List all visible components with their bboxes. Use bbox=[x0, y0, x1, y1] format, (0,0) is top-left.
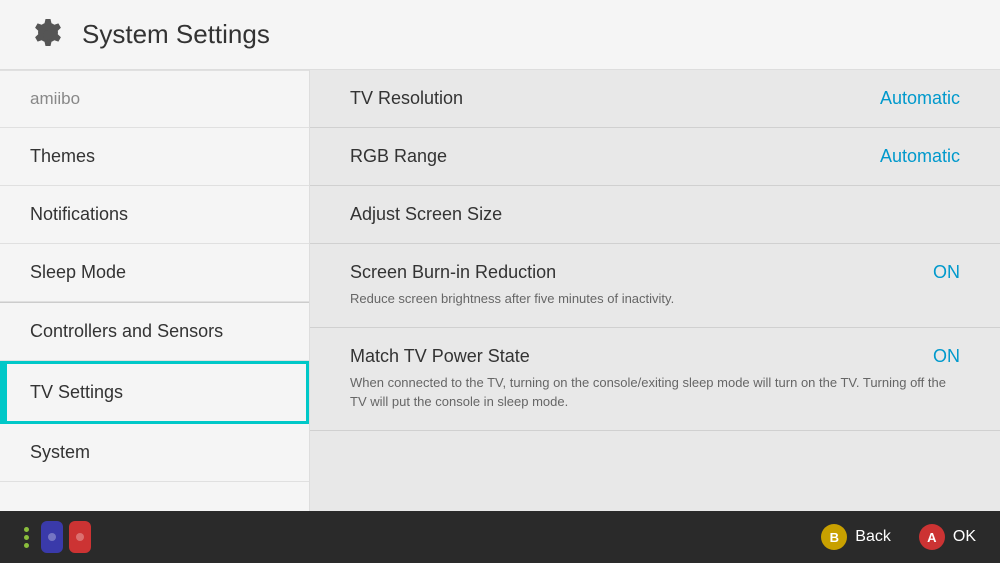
setting-screen-burn-in[interactable]: Screen Burn-in Reduction ON Reduce scree… bbox=[310, 244, 1000, 328]
adjust-screen-size-label: Adjust Screen Size bbox=[350, 204, 502, 225]
screen-burn-in-value: ON bbox=[933, 262, 960, 283]
setting-match-tv-power[interactable]: Match TV Power State ON When connected t… bbox=[310, 328, 1000, 431]
header: System Settings bbox=[0, 0, 1000, 70]
match-tv-power-description: When connected to the TV, turning on the… bbox=[350, 373, 960, 412]
sidebar-item-notifications[interactable]: Notifications bbox=[0, 186, 309, 244]
joy-con-pair bbox=[41, 521, 91, 553]
match-tv-power-top: Match TV Power State ON bbox=[350, 346, 960, 367]
screen-burn-in-description: Reduce screen brightness after five minu… bbox=[350, 289, 674, 309]
screen-burn-in-top: Screen Burn-in Reduction ON bbox=[350, 262, 960, 283]
back-button[interactable]: B Back bbox=[821, 524, 891, 550]
sidebar-item-controllers-sensors[interactable]: Controllers and Sensors bbox=[0, 303, 309, 361]
match-tv-power-value: ON bbox=[933, 346, 960, 367]
rgb-range-value: Automatic bbox=[880, 146, 960, 167]
joy-con-left bbox=[41, 521, 63, 553]
setting-adjust-screen-size[interactable]: Adjust Screen Size bbox=[310, 186, 1000, 244]
controller-dots bbox=[24, 527, 29, 548]
sidebar-item-sleep-mode[interactable]: Sleep Mode bbox=[0, 244, 309, 302]
sidebar-item-themes[interactable]: Themes bbox=[0, 128, 309, 186]
footer-right: B Back A OK bbox=[821, 524, 976, 550]
ok-button[interactable]: A OK bbox=[919, 524, 976, 550]
sidebar-item-system[interactable]: System bbox=[0, 424, 309, 482]
b-button-icon: B bbox=[821, 524, 847, 550]
tv-resolution-value: Automatic bbox=[880, 88, 960, 109]
setting-tv-resolution[interactable]: TV Resolution Automatic bbox=[310, 70, 1000, 128]
sidebar: amiibo Themes Notifications Sleep Mode C… bbox=[0, 70, 310, 511]
ok-label: OK bbox=[953, 528, 976, 546]
sidebar-item-tv-settings[interactable]: TV Settings bbox=[0, 361, 309, 424]
match-tv-power-label: Match TV Power State bbox=[350, 346, 530, 367]
sidebar-item-amiibo[interactable]: amiibo bbox=[0, 70, 309, 128]
footer: B Back A OK bbox=[0, 511, 1000, 563]
setting-rgb-range[interactable]: RGB Range Automatic bbox=[310, 128, 1000, 186]
main-layout: amiibo Themes Notifications Sleep Mode C… bbox=[0, 70, 1000, 511]
joy-con-right bbox=[69, 521, 91, 553]
back-label: Back bbox=[855, 528, 891, 546]
a-button-icon: A bbox=[919, 524, 945, 550]
content-area: TV Resolution Automatic RGB Range Automa… bbox=[310, 70, 1000, 511]
tv-resolution-label: TV Resolution bbox=[350, 88, 463, 109]
screen-burn-in-label: Screen Burn-in Reduction bbox=[350, 262, 556, 283]
page-title: System Settings bbox=[82, 19, 270, 50]
rgb-range-label: RGB Range bbox=[350, 146, 447, 167]
gear-icon bbox=[30, 17, 66, 53]
footer-left bbox=[24, 521, 91, 553]
